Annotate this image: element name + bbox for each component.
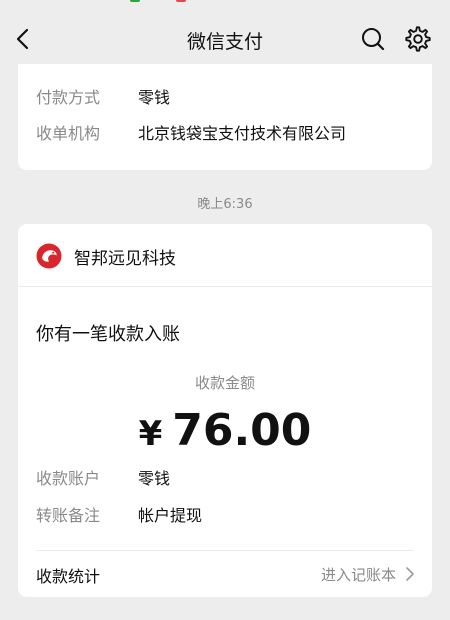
transfer-note-label: 转账备注 bbox=[36, 506, 101, 525]
acquirer-label: 收单机构 bbox=[36, 124, 101, 143]
status-bar bbox=[0, 0, 450, 6]
payment-info-card: 付款方式 零钱 收单机构 北京钱袋宝支付技术有限公司 bbox=[18, 64, 432, 170]
receipt-stats-row[interactable]: 收款统计 进入记账本 bbox=[18, 550, 432, 597]
receiving-account-value: 零钱 bbox=[138, 469, 171, 488]
acquirer-value: 北京钱袋宝支付技术有限公司 bbox=[138, 124, 347, 143]
currency-symbol: ¥ bbox=[138, 414, 163, 454]
chevron-right-icon bbox=[406, 567, 414, 581]
transfer-note-row: 转账备注 帐户提现 bbox=[36, 502, 202, 526]
receiving-account-label: 收款账户 bbox=[36, 469, 101, 488]
payment-method-value: 零钱 bbox=[138, 88, 171, 107]
receiving-account-row: 收款账户 零钱 bbox=[36, 465, 170, 489]
message-timestamp: 晚上6:36 bbox=[197, 197, 253, 212]
gear-icon[interactable] bbox=[404, 25, 432, 53]
status-red-indicator bbox=[176, 0, 186, 2]
search-icon[interactable] bbox=[360, 26, 386, 52]
amount-label: 收款金额 bbox=[194, 374, 255, 392]
payment-method-row: 付款方式 零钱 bbox=[36, 84, 170, 108]
status-green-indicator bbox=[130, 0, 140, 2]
navigation-bar: 微信支付 bbox=[0, 14, 450, 64]
payment-method-label: 付款方式 bbox=[36, 88, 101, 107]
receipt-card[interactable]: 智邦远见科技 你有一笔收款入账 收款金额 ¥76.00 收款账户 零钱 转账备注 帐… bbox=[18, 224, 432, 597]
merchant-name: 智邦远见科技 bbox=[74, 249, 176, 269]
amount-value: 76.00 bbox=[172, 405, 312, 456]
merchant-header[interactable]: 智邦远见科技 bbox=[18, 224, 432, 287]
open-ledger-link[interactable]: 进入记账本 bbox=[321, 564, 396, 585]
receipt-headline: 你有一笔收款入账 bbox=[36, 324, 180, 345]
amount-display: ¥76.00 bbox=[18, 405, 432, 456]
acquirer-row: 收单机构 北京钱袋宝支付技术有限公司 bbox=[36, 120, 346, 144]
receipt-stats-label: 收款统计 bbox=[36, 567, 101, 586]
wechat-pay-chat-screen: 微信支付 付款方式 零钱 收单机构 北京钱袋宝支付技术有限公司 晚上6:36 智邦远… bbox=[0, 0, 450, 620]
merchant-logo-icon bbox=[36, 243, 62, 269]
transfer-note-value: 帐户提现 bbox=[138, 506, 203, 525]
